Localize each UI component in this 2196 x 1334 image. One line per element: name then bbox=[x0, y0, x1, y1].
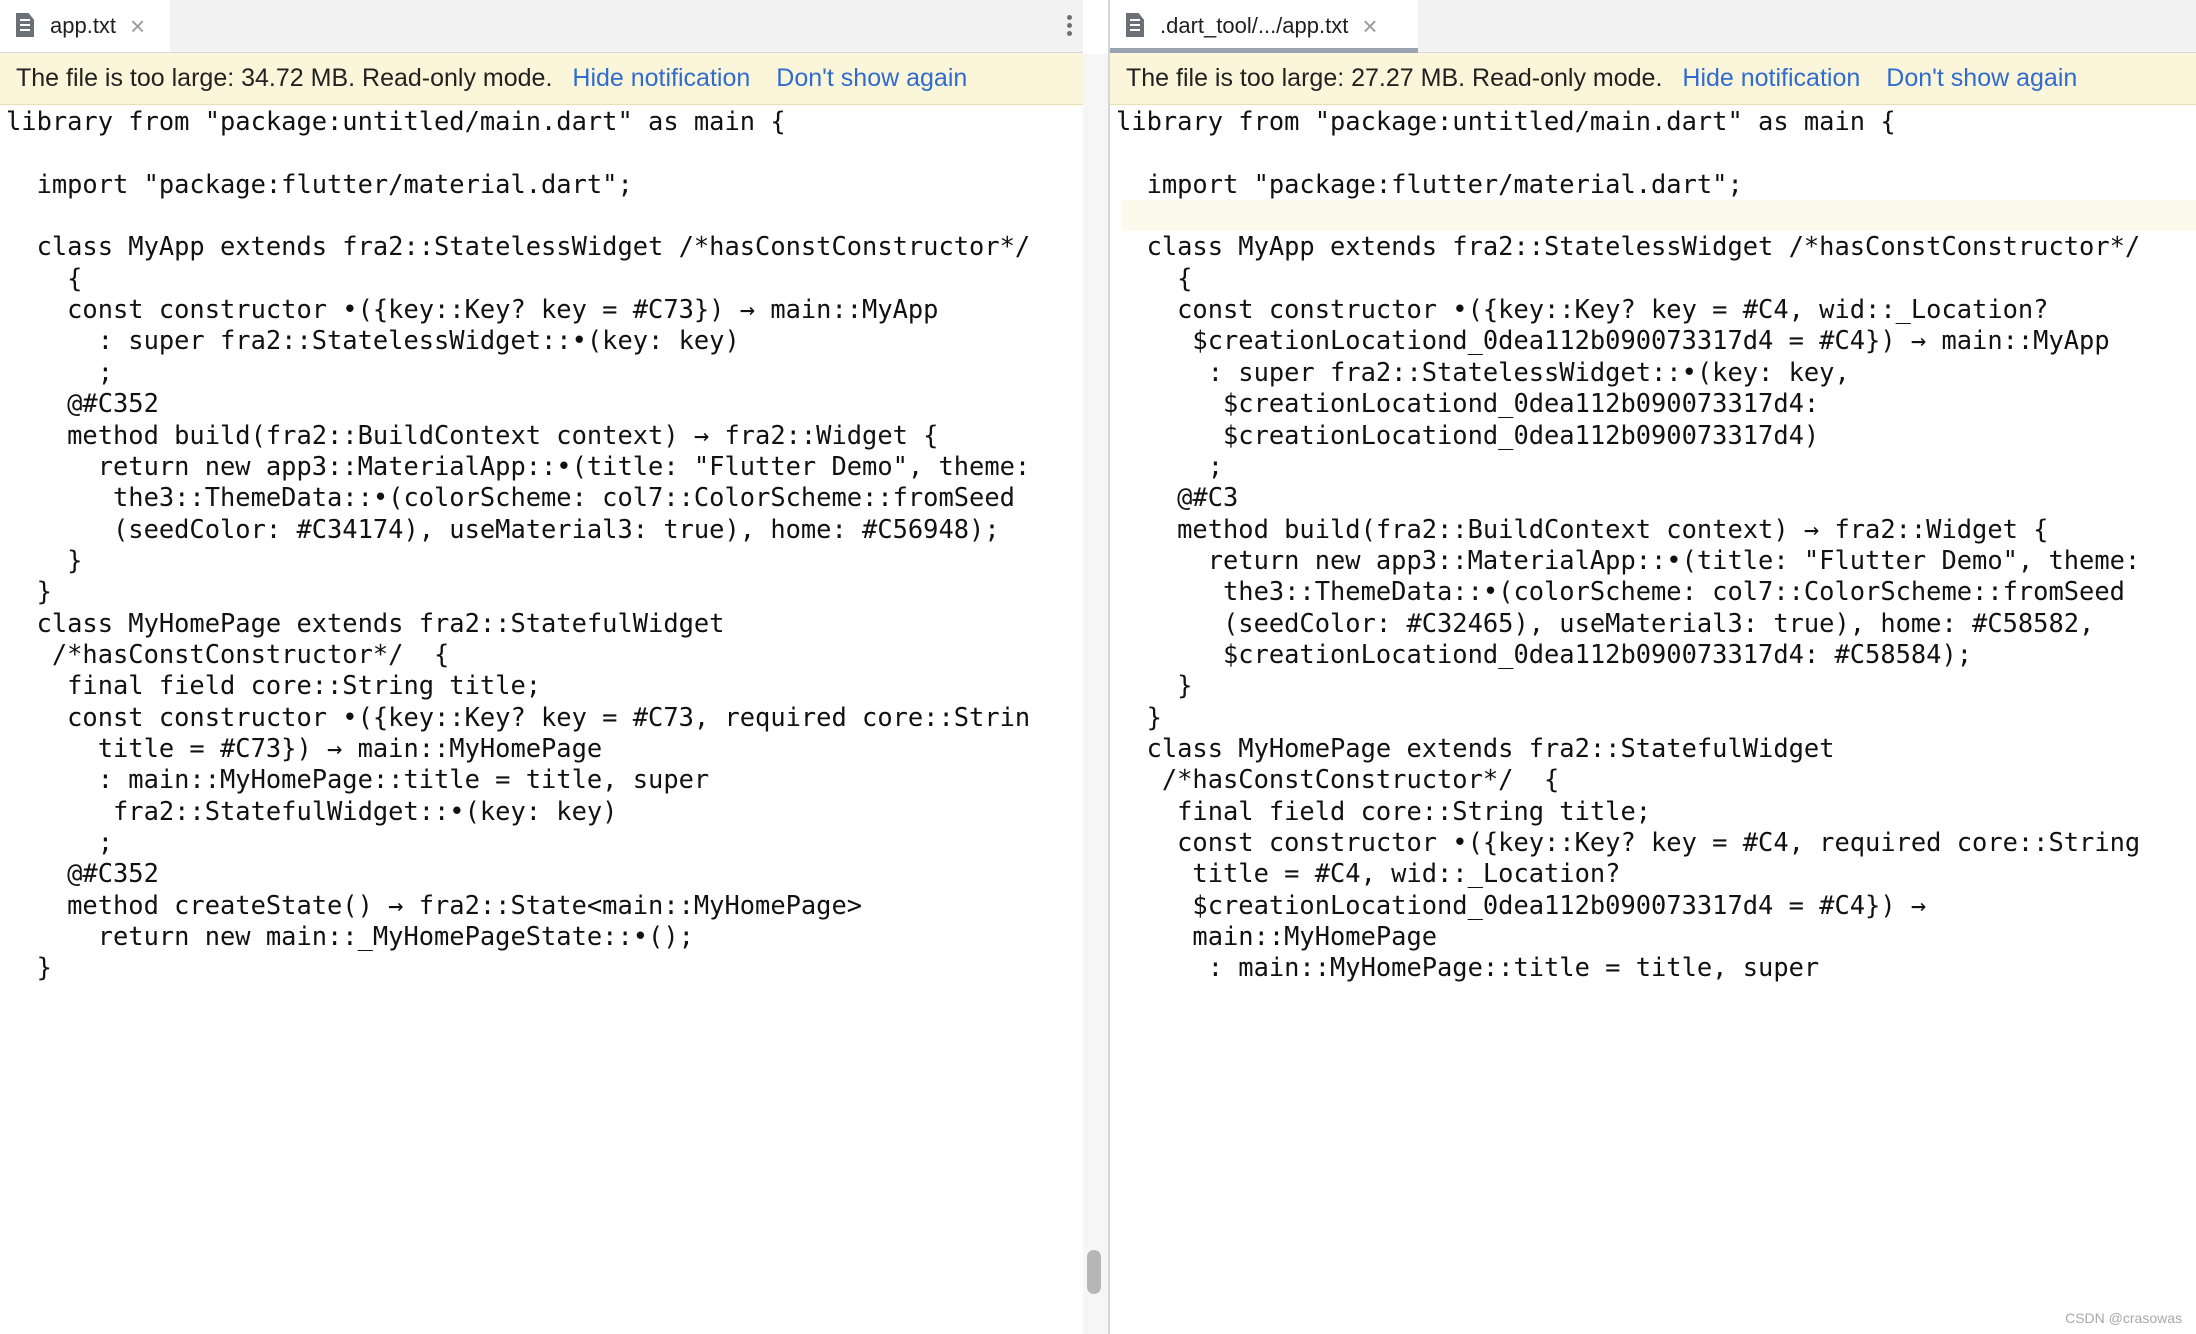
file-too-large-notification: The file is too large: 27.27 MB. Read-on… bbox=[1110, 53, 2196, 105]
code-line: $creationLocationd_0dea112b090073317d4 =… bbox=[1116, 325, 2110, 356]
code-line: @#C3 bbox=[1116, 482, 1239, 513]
tab-label: .dart_tool/.../app.txt bbox=[1160, 13, 1349, 38]
code-line: return new main::_MyHomePageState::•(); bbox=[6, 921, 694, 952]
close-tab-icon[interactable]: × bbox=[1362, 13, 1377, 39]
code-line: : super fra2::StatelessWidget::•(key: ke… bbox=[6, 325, 740, 356]
code-line: the3::ThemeData::•(colorScheme: col7::Co… bbox=[6, 482, 1015, 513]
code-editor[interactable]: library from "package:untitled/main.dart… bbox=[0, 106, 1083, 1334]
code-line: ; bbox=[6, 827, 114, 858]
code-line: } bbox=[1116, 670, 1193, 701]
code-line: $creationLocationd_0dea112b090073317d4: bbox=[1116, 388, 1820, 419]
code-line: import "package:flutter/material.dart"; bbox=[1116, 168, 1743, 199]
scrollbar-thumb[interactable] bbox=[1087, 1250, 1101, 1294]
code-line: } bbox=[6, 576, 52, 607]
code-line: @#C352 bbox=[6, 858, 159, 889]
code-line: class MyApp extends fra2::StatelessWidge… bbox=[1116, 231, 2141, 262]
code-line: title = #C73}) → main::MyHomePage bbox=[6, 733, 603, 763]
right-editor-pane: .dart_tool/.../app.txt × The file is too… bbox=[1110, 0, 2196, 1334]
code-line: : main::MyHomePage::title = title, super bbox=[6, 764, 710, 795]
code-line: } bbox=[1116, 701, 1162, 732]
code-line: final field core::String title; bbox=[1116, 795, 1652, 826]
code-line: ; bbox=[1116, 450, 1224, 481]
tab-app-txt[interactable]: app.txt × bbox=[0, 0, 170, 52]
left-tab-bar: app.txt × bbox=[0, 0, 1083, 53]
hide-notification-link[interactable]: Hide notification bbox=[1682, 64, 1860, 93]
code-line: { bbox=[6, 262, 83, 293]
code-line: } bbox=[6, 544, 83, 575]
watermark: CSDN @crasowas bbox=[2065, 1310, 2182, 1326]
text-file-icon bbox=[16, 13, 36, 39]
code-line: library from "package:untitled/main.dart… bbox=[6, 106, 786, 136]
left-editor-pane: app.txt × The file is too large: 34.72 M… bbox=[0, 0, 1083, 1334]
code-line: class MyHomePage extends fra2::StatefulW… bbox=[1116, 733, 1835, 763]
code-line: import "package:flutter/material.dart"; bbox=[6, 168, 633, 199]
left-scroll-track[interactable] bbox=[1083, 54, 1108, 1334]
code-line: ; bbox=[6, 356, 114, 387]
more-options-icon[interactable] bbox=[1061, 12, 1077, 40]
code-line: class MyApp extends fra2::StatelessWidge… bbox=[6, 231, 1031, 262]
code-line: the3::ThemeData::•(colorScheme: col7::Co… bbox=[1116, 576, 2125, 607]
code-line: method createState() → fra2::State<main:… bbox=[6, 889, 863, 920]
close-tab-icon[interactable]: × bbox=[130, 13, 145, 39]
code-line: } bbox=[6, 952, 52, 983]
tab-dart-tool-app-txt[interactable]: .dart_tool/.../app.txt × bbox=[1110, 0, 1418, 53]
code-line: return new app3::MaterialApp::•(title: "… bbox=[1116, 544, 2141, 575]
right-tab-bar: .dart_tool/.../app.txt × bbox=[1110, 0, 2196, 53]
code-line bbox=[1122, 200, 2196, 232]
code-line: const constructor •({key::Key? key = #C4… bbox=[1116, 294, 2049, 325]
code-line: library from "package:untitled/main.dart… bbox=[1116, 106, 1896, 136]
code-line: (seedColor: #C32465), useMaterial3: true… bbox=[1116, 607, 2095, 638]
code-line: $creationLocationd_0dea112b090073317d4: … bbox=[1116, 638, 1973, 669]
dont-show-again-link[interactable]: Don't show again bbox=[776, 64, 967, 93]
code-line: : super fra2::StatelessWidget::•(key: ke… bbox=[1116, 356, 1850, 387]
code-line: @#C352 bbox=[6, 388, 159, 419]
hide-notification-link[interactable]: Hide notification bbox=[572, 64, 750, 93]
code-line: (seedColor: #C34174), useMaterial3: true… bbox=[6, 513, 1000, 544]
code-line: const constructor •({key::Key? key = #C7… bbox=[6, 294, 939, 325]
code-line: /*hasConstConstructor*/ { bbox=[1116, 764, 1560, 795]
code-line: const constructor •({key::Key? key = #C7… bbox=[6, 701, 1031, 732]
code-line: method build(fra2::BuildContext context)… bbox=[6, 419, 939, 450]
code-line: /*hasConstConstructor*/ { bbox=[6, 638, 450, 669]
code-line: $creationLocationd_0dea112b090073317d4 =… bbox=[1116, 889, 1927, 920]
notification-message: The file is too large: 27.27 MB. Read-on… bbox=[1126, 64, 1663, 92]
code-line: return new app3::MaterialApp::•(title: "… bbox=[6, 450, 1031, 481]
file-too-large-notification: The file is too large: 34.72 MB. Read-on… bbox=[0, 53, 1083, 105]
code-line: class MyHomePage extends fra2::StatefulW… bbox=[6, 607, 725, 638]
code-line: title = #C4, wid::_Location? bbox=[1116, 858, 1621, 889]
code-line: method build(fra2::BuildContext context)… bbox=[1116, 513, 2049, 544]
tab-label: app.txt bbox=[50, 13, 117, 38]
code-line: { bbox=[1116, 262, 1193, 293]
code-line: $creationLocationd_0dea112b090073317d4) bbox=[1116, 419, 1820, 450]
code-line: main::MyHomePage bbox=[1116, 921, 1438, 952]
notification-message: The file is too large: 34.72 MB. Read-on… bbox=[16, 64, 553, 92]
code-editor[interactable]: library from "package:untitled/main.dart… bbox=[1110, 106, 2196, 1334]
text-file-icon bbox=[1126, 13, 1146, 39]
code-line: const constructor •({key::Key? key = #C4… bbox=[1116, 827, 2141, 858]
code-line: : main::MyHomePage::title = title, super bbox=[1116, 952, 1820, 983]
dont-show-again-link[interactable]: Don't show again bbox=[1886, 64, 2077, 93]
code-line: fra2::StatefulWidget::•(key: key) bbox=[6, 795, 618, 826]
code-line: final field core::String title; bbox=[6, 670, 542, 701]
